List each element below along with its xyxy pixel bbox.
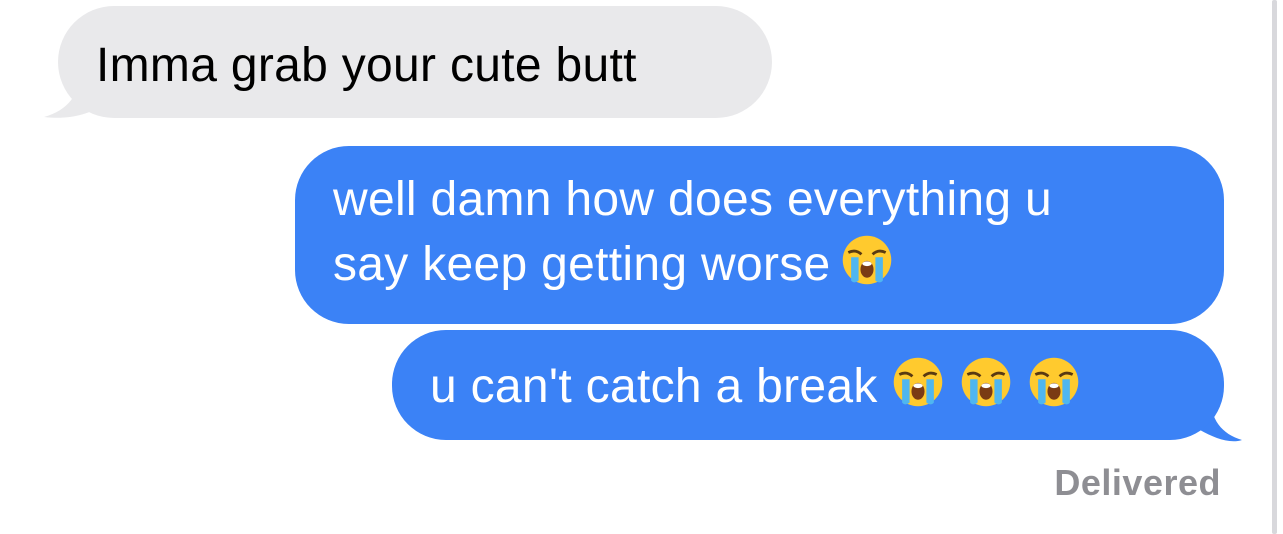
message-line-with-emoji: say keep getting worse xyxy=(333,232,1204,297)
scrollbar[interactable] xyxy=(1272,0,1277,534)
delivery-status: Delivered xyxy=(1054,462,1221,503)
loudly-crying-face-icon xyxy=(1029,357,1079,407)
outgoing-message-bubble[interactable]: u can't catch a break xyxy=(392,330,1224,440)
loudly-crying-face-icon xyxy=(961,357,1011,407)
message-line: say keep getting worse xyxy=(333,238,831,291)
outgoing-message-text: u can't catch a break xyxy=(430,360,878,413)
outgoing-message-bubble[interactable]: well damn how does everything u say keep… xyxy=(295,146,1224,324)
message-line: well damn how does everything u xyxy=(333,173,1053,226)
incoming-message-bubble[interactable]: Imma grab your cute butt xyxy=(58,6,772,118)
message-thread: Imma grab your cute butt well damn how d… xyxy=(0,0,1283,534)
loudly-crying-face-icon xyxy=(893,357,943,407)
incoming-message-text: Imma grab your cute butt xyxy=(96,39,637,92)
loudly-crying-face-icon xyxy=(842,235,891,285)
